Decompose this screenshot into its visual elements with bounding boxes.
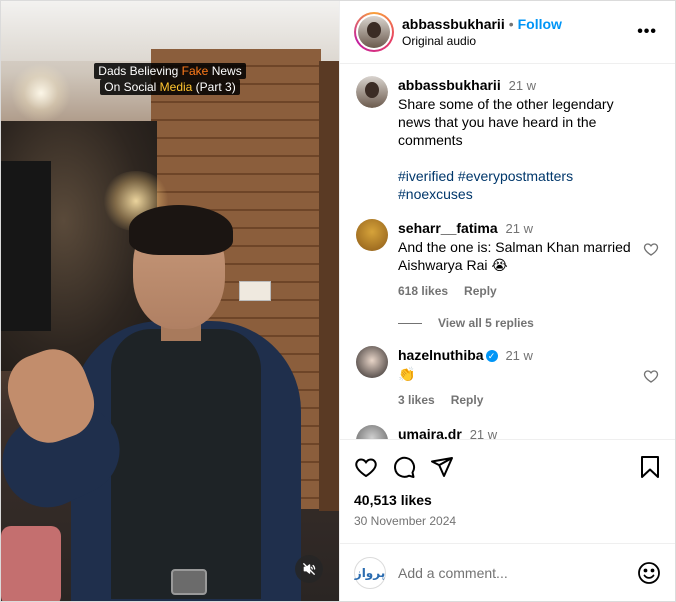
audio-link[interactable]: Original audio bbox=[402, 34, 562, 48]
comment-item: seharr__fatima 21 w And the one is: Salm… bbox=[356, 219, 659, 300]
comment-username[interactable]: hazelnuthiba bbox=[398, 347, 484, 363]
caption-comment: abbassbukharii 21 w Share some of the ot… bbox=[356, 76, 659, 203]
follow-button[interactable]: Follow bbox=[518, 16, 562, 32]
heart-icon[interactable] bbox=[643, 368, 659, 384]
smiley-icon bbox=[638, 561, 660, 584]
comment-time[interactable]: 21 w bbox=[470, 427, 497, 439]
avatar[interactable] bbox=[356, 76, 388, 108]
add-comment-bar: پرواز bbox=[340, 543, 675, 601]
avatar[interactable] bbox=[356, 219, 388, 251]
speaker-muted-icon bbox=[303, 563, 316, 575]
post-header: abbassbukharii • Follow Original audio •… bbox=[340, 1, 675, 64]
paper-plane-icon bbox=[431, 457, 453, 477]
comment-input[interactable] bbox=[398, 564, 625, 581]
view-replies-button[interactable]: View all 5 replies bbox=[398, 316, 659, 330]
like-button[interactable] bbox=[354, 455, 378, 479]
save-button[interactable] bbox=[639, 455, 661, 479]
story-ring[interactable] bbox=[354, 12, 394, 52]
comments-list[interactable]: abbassbukharii 21 w Share some of the ot… bbox=[340, 64, 675, 439]
heart-icon bbox=[355, 458, 377, 478]
verified-badge-icon: ✓ bbox=[485, 350, 498, 363]
reply-button[interactable]: Reply bbox=[451, 391, 484, 409]
separator-dot: • bbox=[508, 16, 514, 32]
post-date[interactable]: 30 November 2024 bbox=[354, 514, 661, 528]
mute-button[interactable] bbox=[295, 555, 323, 583]
comment-username[interactable]: umaira.dr bbox=[398, 426, 462, 439]
caption-username[interactable]: abbassbukharii bbox=[398, 77, 501, 93]
comment-text: And the one is: Salman Khan married Aish… bbox=[398, 239, 631, 273]
comment-button[interactable] bbox=[392, 455, 416, 479]
share-button[interactable] bbox=[430, 455, 454, 479]
hashtags[interactable]: #iverified #everypostmatters bbox=[398, 167, 635, 185]
comment-username[interactable]: seharr__fatima bbox=[398, 220, 498, 236]
avatar[interactable] bbox=[356, 346, 388, 378]
comment-text: 👏 bbox=[398, 366, 416, 382]
comment-likes[interactable]: 618 likes bbox=[398, 282, 448, 300]
emoji-button[interactable] bbox=[637, 561, 661, 585]
comment-item: hazelnuthiba ✓ 21 w 👏 3 likes Reply bbox=[356, 346, 659, 409]
hashtags[interactable]: #noexcuses bbox=[398, 185, 635, 203]
caption-time[interactable]: 21 w bbox=[509, 78, 536, 93]
avatar[interactable] bbox=[358, 16, 390, 48]
comment-likes[interactable]: 3 likes bbox=[398, 391, 435, 409]
avatar: پرواز bbox=[354, 556, 386, 589]
post-modal: Dads Believing Fake News On Social Media… bbox=[0, 0, 676, 602]
author-username[interactable]: abbassbukharii bbox=[402, 16, 505, 32]
video-caption-overlay: Dads Believing Fake News On Social Media… bbox=[91, 63, 249, 95]
speaker-person bbox=[1, 201, 339, 601]
avatar[interactable] bbox=[356, 425, 388, 439]
post-side-panel: abbassbukharii • Follow Original audio •… bbox=[339, 1, 675, 601]
comment-item: umaira.dr 21 w 😂😂😂😂😂😂😂😂😂 bbox=[356, 425, 659, 439]
more-options-icon[interactable]: ••• bbox=[637, 23, 657, 41]
likes-count[interactable]: 40,513 likes bbox=[354, 492, 661, 508]
bookmark-icon bbox=[641, 456, 659, 478]
comment-time[interactable]: 21 w bbox=[506, 221, 533, 236]
post-actions: 40,513 likes 30 November 2024 bbox=[340, 439, 675, 543]
heart-icon[interactable] bbox=[643, 241, 659, 257]
reply-button[interactable]: Reply bbox=[464, 282, 497, 300]
comment-time[interactable]: 21 w bbox=[505, 348, 532, 363]
comment-bubble-icon bbox=[394, 456, 416, 478]
reel-video[interactable]: Dads Believing Fake News On Social Media… bbox=[1, 1, 339, 601]
caption-text: Share some of the other legendary news t… bbox=[398, 96, 614, 148]
